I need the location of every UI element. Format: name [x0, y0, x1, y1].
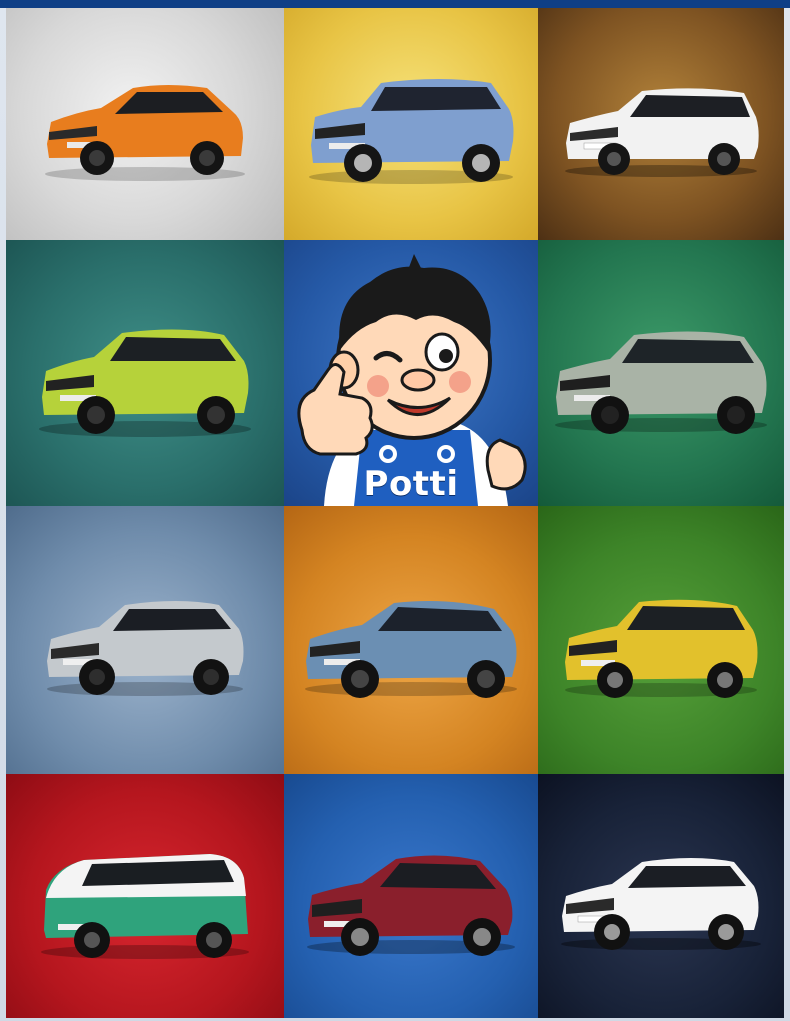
white-hatchback-car-icon [561, 857, 761, 950]
blue-suv-car-icon [309, 78, 514, 184]
blue-suv-coupe-car-icon [305, 601, 517, 699]
sage-suv-car-icon [555, 331, 767, 435]
green-white-van-car-icon [41, 853, 249, 959]
tile-car-9[interactable] [6, 774, 284, 1018]
tile-mascot[interactable]: Potti [284, 240, 538, 506]
tile-car-11[interactable] [538, 774, 784, 1018]
white-wagon-car-icon [565, 88, 759, 177]
tile-car-3[interactable] [538, 8, 784, 240]
orange-hatchback-car-icon [45, 84, 245, 181]
tile-car-1[interactable] [6, 8, 284, 240]
mascot-name-label: Potti [363, 464, 459, 504]
tile-car-7[interactable] [284, 506, 538, 774]
car-grid: Potti [6, 8, 784, 1018]
tile-car-5[interactable] [538, 240, 784, 506]
tile-car-6[interactable] [6, 506, 284, 774]
yellow-suv-car-icon [565, 600, 758, 699]
tile-car-10[interactable] [284, 774, 538, 1018]
silver-hatchback-car-icon [47, 601, 244, 697]
tile-car-8[interactable] [538, 506, 784, 774]
tile-car-4[interactable] [6, 240, 284, 506]
tile-car-2[interactable] [284, 8, 538, 240]
red-coupe-suv-car-icon [307, 855, 515, 956]
lime-hatchback-car-icon [39, 329, 251, 438]
